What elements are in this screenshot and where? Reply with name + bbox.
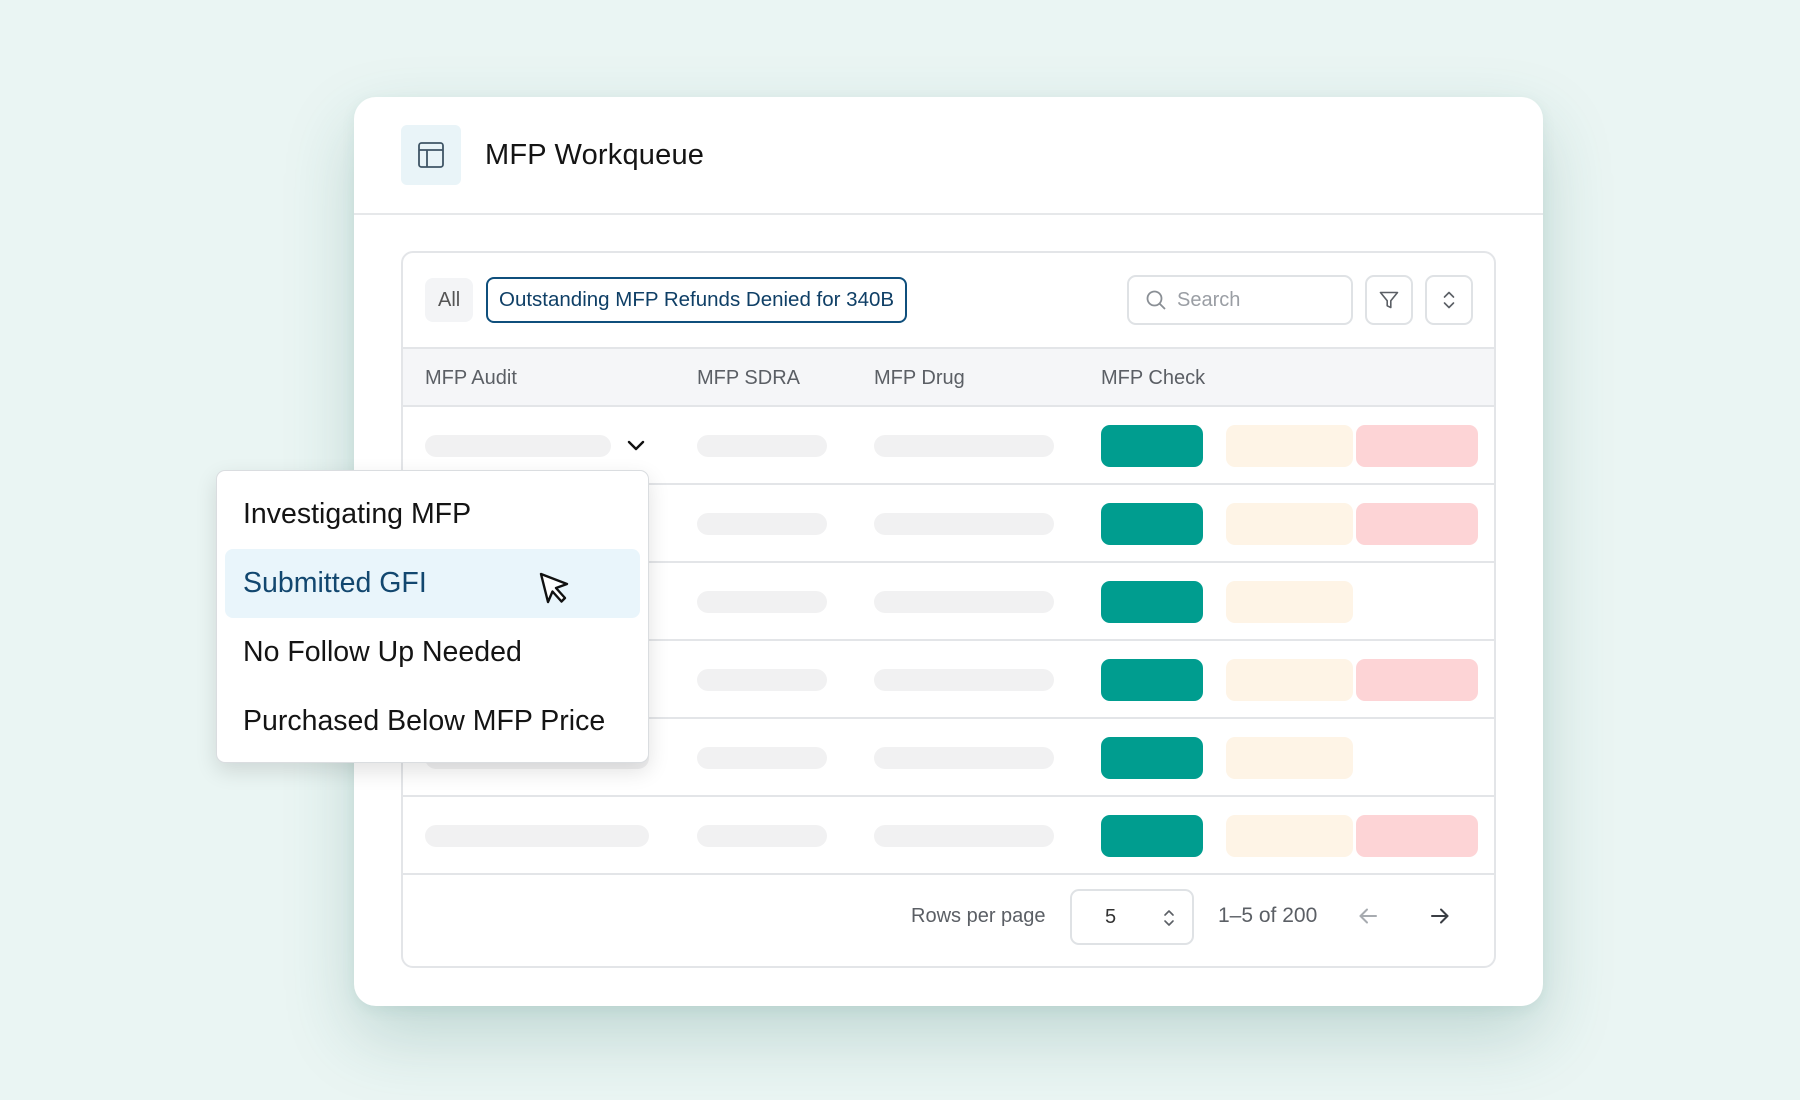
drug-placeholder <box>874 435 1054 457</box>
table-header: MFP Audit MFP SDRA MFP Drug MFP Check <box>403 349 1494 407</box>
check-pill-green <box>1101 425 1203 467</box>
drug-placeholder <box>874 591 1054 613</box>
previous-page-button[interactable] <box>1352 900 1384 932</box>
menu-item-submitted-gfi[interactable]: Submitted GFI <box>225 549 640 618</box>
audit-placeholder <box>425 435 611 457</box>
search-field[interactable] <box>1127 275 1353 325</box>
arrow-right-icon <box>1430 907 1450 925</box>
check-pill-green <box>1101 815 1203 857</box>
column-header-mfp-audit[interactable]: MFP Audit <box>425 349 517 407</box>
page-title: MFP Workqueue <box>485 138 705 171</box>
check-pill-green <box>1101 659 1203 701</box>
check-pill-pink <box>1356 503 1478 545</box>
table-row[interactable] <box>403 797 1494 875</box>
check-pill-cream <box>1226 425 1353 467</box>
drug-placeholder <box>874 513 1054 535</box>
rows-per-page-select[interactable]: 5 <box>1070 889 1194 945</box>
check-pill-cream <box>1226 581 1353 623</box>
check-pill-cream <box>1226 737 1353 779</box>
chevron-down-icon[interactable] <box>622 433 650 459</box>
sdra-placeholder <box>697 669 827 691</box>
filter-chip-all[interactable]: All <box>425 278 474 322</box>
filter-button[interactable] <box>1365 275 1413 325</box>
menu-item-investigating-mfp[interactable]: Investigating MFP <box>225 480 640 549</box>
select-chevron-icon <box>1162 907 1176 935</box>
search-input[interactable] <box>1177 288 1327 312</box>
column-header-mfp-drug[interactable]: MFP Drug <box>874 349 965 407</box>
sdra-placeholder <box>697 591 827 613</box>
filter-chip-outstanding-refunds[interactable]: Outstanding MFP Refunds Denied for 340B <box>486 277 908 323</box>
sdra-placeholder <box>697 825 827 847</box>
mouse-pointer-icon <box>538 571 572 605</box>
sdra-placeholder <box>697 513 827 535</box>
rows-per-page-value: 5 <box>1105 905 1117 928</box>
check-pill-cream <box>1226 815 1353 857</box>
column-header-mfp-sdra[interactable]: MFP SDRA <box>697 349 800 407</box>
sdra-placeholder <box>697 747 827 769</box>
check-pill-green <box>1101 503 1203 545</box>
audit-status-dropdown: Investigating MFP Submitted GFI No Follo… <box>216 470 649 763</box>
check-pill-cream <box>1226 659 1353 701</box>
menu-item-purchased-below-mfp-price[interactable]: Purchased Below MFP Price <box>225 687 640 756</box>
window-header: MFP Workqueue <box>354 97 1543 215</box>
rows-per-page-label: Rows per page <box>911 905 1046 927</box>
column-header-mfp-check[interactable]: MFP Check <box>1101 349 1205 407</box>
check-pill-cream <box>1226 503 1353 545</box>
pagination-bar: Rows per page 5 1–5 of 200 <box>403 870 1494 966</box>
drug-placeholder <box>874 747 1054 769</box>
check-pill-green <box>1101 737 1203 779</box>
sdra-placeholder <box>697 435 827 457</box>
check-pill-pink <box>1356 659 1478 701</box>
arrow-left-icon <box>1358 907 1378 925</box>
table-toolbar: All Outstanding MFP Refunds Denied for 3… <box>403 253 1494 349</box>
pagination-range: 1–5 of 200 <box>1218 904 1318 927</box>
check-pill-green <box>1101 581 1203 623</box>
filter-icon <box>1378 289 1400 311</box>
sort-icon <box>1441 289 1457 311</box>
search-icon <box>1145 289 1167 311</box>
check-pill-pink <box>1356 815 1478 857</box>
table-icon <box>401 125 461 185</box>
audit-placeholder <box>425 825 649 847</box>
check-pill-pink <box>1356 425 1478 467</box>
drug-placeholder <box>874 669 1054 691</box>
menu-item-no-follow-up-needed[interactable]: No Follow Up Needed <box>225 618 640 687</box>
sort-button[interactable] <box>1425 275 1473 325</box>
drug-placeholder <box>874 825 1054 847</box>
next-page-button[interactable] <box>1424 900 1456 932</box>
